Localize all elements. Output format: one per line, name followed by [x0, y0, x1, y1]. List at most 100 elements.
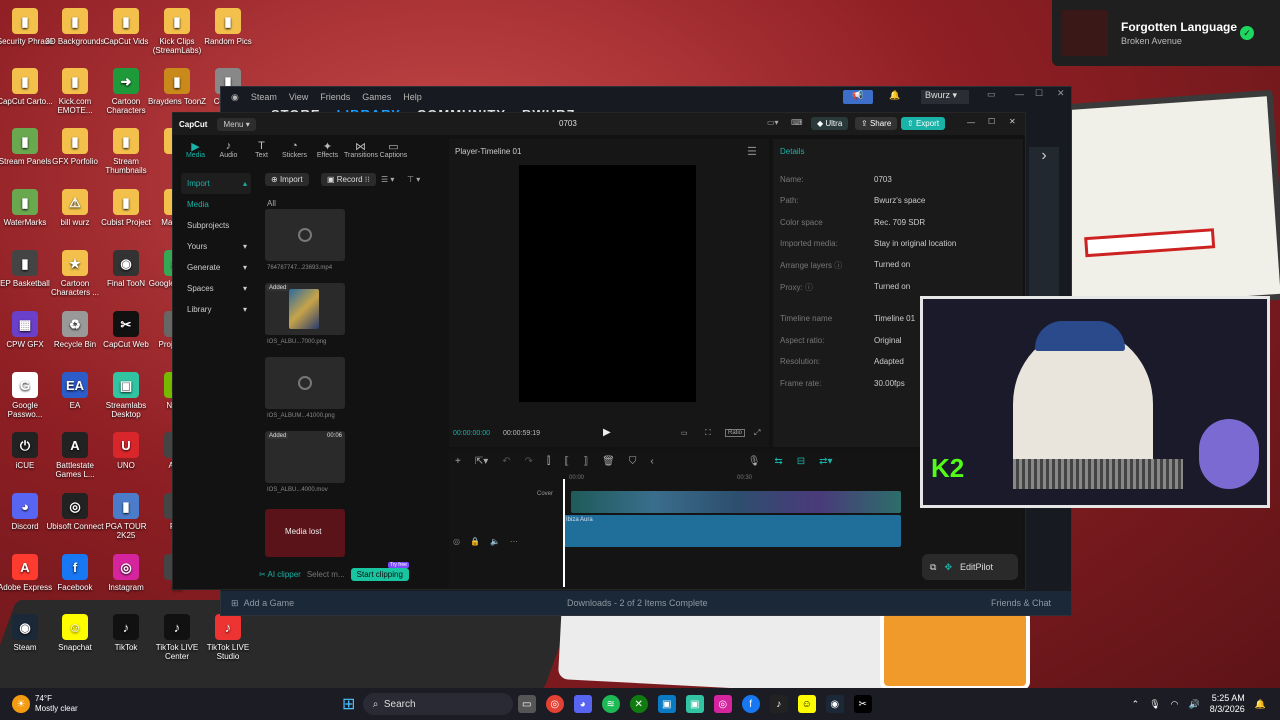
split-right-icon[interactable]: ⟧ — [583, 456, 588, 467]
sidebar-item-subprojects[interactable]: Subprojects — [181, 215, 251, 236]
media-thumbnail[interactable]: Added 00:06 — [265, 431, 345, 483]
tool-media[interactable]: ▶ Media — [179, 135, 212, 165]
track-hide-icon[interactable]: ◎ — [453, 537, 460, 546]
capcut-maximize-icon[interactable]: ☐ — [988, 117, 995, 126]
desktop-icon[interactable]: ▮ Random Pics — [198, 8, 258, 46]
track-more-icon[interactable]: ⋯ — [510, 537, 518, 546]
add-icon[interactable]: + — [455, 456, 461, 467]
link-icon[interactable]: ⇆ — [774, 456, 782, 467]
steam-next-arrow-icon[interactable]: › — [1029, 147, 1059, 165]
add-game-button[interactable]: Add a Game — [244, 598, 295, 608]
capcut-close-icon[interactable]: ✕ — [1009, 117, 1016, 126]
xbox-icon[interactable]: ✕ — [629, 695, 648, 713]
steam-restore-icon[interactable]: ▭ — [987, 89, 996, 100]
marker-icon[interactable]: ⛉ — [629, 456, 637, 467]
sidebar-item-yours[interactable]: Yours ▾ — [181, 236, 251, 257]
track-lock-icon[interactable]: 🔒 — [470, 537, 480, 546]
shortcut-icon[interactable]: ⌨ — [791, 118, 803, 127]
notification-bell-icon[interactable]: 🔔 — [889, 90, 900, 101]
fullscreen-icon[interactable]: ⤢ — [754, 428, 760, 438]
steam-icon[interactable]: ◉ — [825, 695, 844, 713]
weather-icon[interactable]: ☀ — [12, 695, 30, 713]
chrome-icon[interactable]: ◎ — [545, 695, 564, 713]
redo-icon[interactable]: ↷ — [525, 456, 533, 467]
volume-icon[interactable]: 🔊 — [1189, 699, 1200, 710]
track-mute-icon[interactable]: 🔈 — [490, 537, 500, 546]
steam-menu-friends[interactable]: Friends — [320, 92, 350, 102]
mic-icon[interactable]: 🎙 — [748, 456, 761, 467]
desktop-icon[interactable]: ♪ TikTok LIVE Studio — [198, 614, 258, 661]
capcut-minimize-icon[interactable]: — — [967, 118, 975, 127]
player-canvas[interactable] — [519, 165, 696, 402]
tool-effects[interactable]: ✦ Effects — [311, 135, 344, 165]
select-tool-icon[interactable]: ⇱▾ — [475, 456, 488, 467]
snap-icon[interactable]: ⇄▾ — [819, 456, 832, 467]
start-clipping-button[interactable]: Start clipping Try free — [350, 561, 409, 581]
streamlabs-icon[interactable]: ▣ — [685, 695, 704, 713]
export-button[interactable]: ⇧ Export — [901, 117, 946, 130]
sidebar-item-media[interactable]: Media — [181, 194, 251, 215]
delete-icon[interactable]: 🗑 — [602, 456, 615, 467]
steam-menu-games[interactable]: Games — [362, 92, 391, 102]
discord-icon[interactable]: ◕ — [573, 695, 592, 713]
player-menu-icon[interactable]: ☰ — [747, 145, 757, 158]
taskbar-search[interactable]: ⌕ Search — [362, 693, 513, 715]
mic-tray-icon[interactable]: 🎙 — [1149, 699, 1160, 710]
broadcast-icon[interactable]: 📢 — [843, 90, 873, 104]
playhead[interactable] — [563, 479, 565, 587]
taskview-icon[interactable]: ▭ — [517, 695, 536, 713]
editpilot-button[interactable]: EditPilot — [960, 562, 993, 572]
tool-stickers[interactable]: ◔ Stickers — [278, 135, 311, 165]
capcut-icon[interactable]: ✂ — [853, 695, 872, 713]
tool-text[interactable]: T Text — [245, 135, 278, 165]
facebook-icon[interactable]: f — [741, 695, 760, 713]
capcut-menu-button[interactable]: Menu ▾ — [217, 117, 256, 131]
split-icon[interactable]: ⫿ — [547, 456, 550, 467]
steam-close-icon[interactable]: ✕ — [1057, 88, 1065, 99]
instagram-icon[interactable]: ◎ — [713, 695, 732, 713]
split-left-icon[interactable]: ⟦ — [564, 456, 569, 467]
layout-icon[interactable]: ▭▾ — [767, 118, 779, 127]
friends-chat-button[interactable]: Friends & Chat — [991, 598, 1051, 608]
media-lost-thumb[interactable]: Media lost — [265, 509, 345, 557]
cover-label[interactable]: Cover — [537, 491, 553, 497]
spotify-icon[interactable]: ≋ — [601, 695, 620, 713]
sidebar-item-spaces[interactable]: Spaces ▾ — [181, 278, 251, 299]
clock[interactable]: 5:25 AM 8/3/2026 — [1210, 693, 1245, 715]
editpilot-toggle-icon[interactable]: ⧉ — [930, 562, 936, 573]
tool-transitions[interactable]: ⋈ Transitions — [344, 135, 378, 165]
undo-icon[interactable]: ↶ — [502, 456, 510, 467]
media-all-filter[interactable]: All — [267, 199, 276, 208]
downloads-status[interactable]: Downloads - 2 of 2 Items Complete — [567, 598, 708, 608]
filter-icon[interactable]: ⊤ ▾ — [407, 175, 420, 184]
import-button[interactable]: ⊕ Import — [265, 173, 309, 186]
sort-icon[interactable]: ☰ ▾ — [381, 175, 394, 184]
tool-captions[interactable]: ▭ Captions — [377, 135, 410, 165]
tiktok-icon[interactable]: ♪ — [769, 695, 788, 713]
video-clip-track[interactable] — [571, 491, 901, 513]
now-playing-notification[interactable]: Forgotten Language Broken Avenue ✓ — [1052, 0, 1280, 66]
steam-maximize-icon[interactable]: ☐ — [1035, 88, 1043, 99]
record-button[interactable]: ▣ Record ⁝⁝ — [321, 173, 376, 186]
ratio-button[interactable]: Ratio — [725, 429, 746, 437]
wifi-icon[interactable]: ◠ — [1171, 699, 1179, 710]
sidebar-item-library[interactable]: Library ▾ — [181, 299, 251, 320]
steam-minimize-icon[interactable]: — — [1015, 89, 1024, 99]
steam-menu-steam[interactable]: Steam — [251, 92, 277, 102]
collapse-icon[interactable]: ‹ — [650, 456, 653, 467]
share-button[interactable]: ⇪ Share — [855, 117, 898, 130]
snapchat-icon[interactable]: ☺ — [797, 695, 816, 713]
steam-user-menu[interactable]: Bwurz ▾ — [921, 90, 969, 104]
fit-icon[interactable]: ▭ — [681, 429, 688, 437]
ultra-button[interactable]: ◆ Ultra — [811, 117, 849, 130]
select-media-input[interactable]: Select m... — [307, 570, 345, 579]
notifications-icon[interactable]: 🔔 — [1255, 699, 1266, 710]
media-thumbnail[interactable]: Added — [265, 283, 345, 335]
media-thumbnail[interactable] — [265, 357, 345, 409]
steam-menu-view[interactable]: View — [289, 92, 308, 102]
audio-clip-track[interactable]: Ibiza Aura — [563, 515, 901, 547]
start-icon[interactable]: ⊞ — [340, 695, 358, 713]
crop-icon[interactable]: ⛶ — [705, 428, 711, 438]
steam-menu-help[interactable]: Help — [403, 92, 422, 102]
tool-audio[interactable]: ♪ Audio — [212, 135, 245, 165]
